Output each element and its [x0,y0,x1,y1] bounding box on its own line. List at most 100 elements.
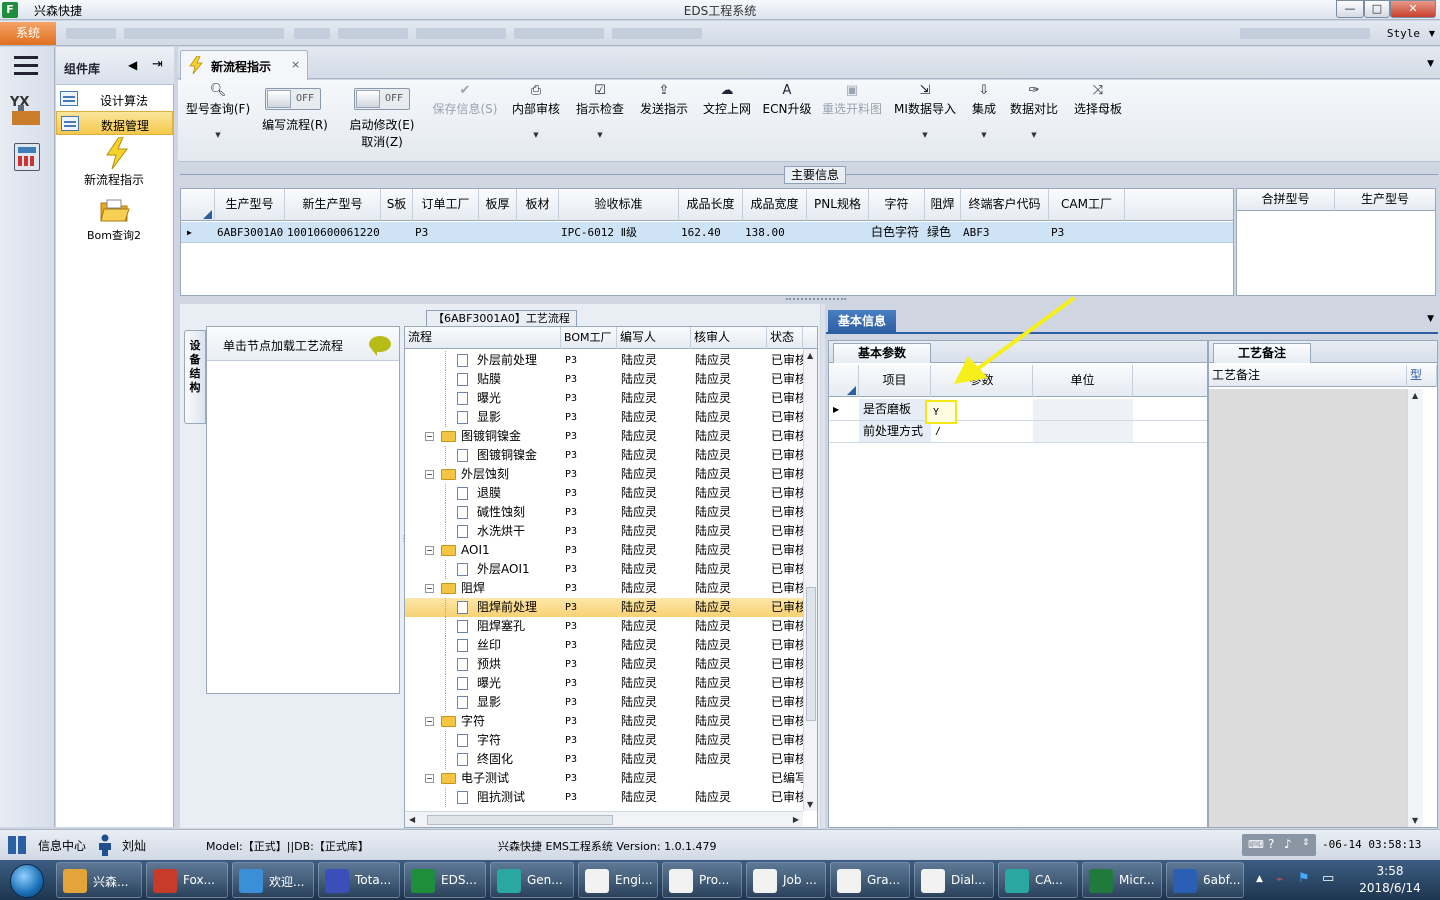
menu-icon[interactable] [14,56,38,76]
tree-row[interactable]: 显影P3陆应灵陆应灵已审核 [405,693,803,712]
cell-status[interactable]: 已审核 [771,579,803,598]
cell-bom-factory[interactable]: P3 [565,541,617,560]
tree-row[interactable]: 曝光P3陆应灵陆应灵已审核 [405,389,803,408]
cell-reviewer[interactable]: 陆应灵 [695,370,767,389]
menu-item-placeholder[interactable] [514,28,604,39]
tree-row[interactable]: −图镀铜镍金P3陆应灵陆应灵已审核 [405,427,803,446]
collapse-icon[interactable]: − [425,584,434,593]
cell-bom-factory[interactable]: P3 [565,598,617,617]
scroll-right-icon[interactable]: ▶ [793,815,799,824]
tree-row[interactable]: −AOI1P3陆应灵陆应灵已审核 [405,541,803,560]
cell-status[interactable]: 已审核 [771,503,803,522]
column-header[interactable]: 板材 [517,189,559,221]
cell-writer[interactable]: 陆应灵 [621,636,691,655]
cell-bom-factory[interactable]: P3 [565,427,617,446]
cell-process-name[interactable]: 水洗烘干 [477,522,561,541]
network-tray-icon[interactable]: ⌁ [1276,872,1283,886]
integrate-button[interactable]: ⇩ 集成 ▼ [966,82,1002,139]
cell-writer[interactable]: 陆应灵 [621,769,691,788]
cell-reviewer[interactable]: 陆应灵 [695,788,767,807]
cell-pnl[interactable] [807,222,869,243]
cell-bom-factory[interactable]: P3 [565,370,617,389]
taskbar-app-button[interactable]: Dial... [914,862,994,898]
cell-process-name[interactable]: 字符 [477,731,561,750]
menu-item-placeholder[interactable] [124,28,284,39]
flag-tray-icon[interactable]: ⚑ [1298,871,1310,886]
column-header[interactable]: 成品长度 [679,189,743,221]
calculator-icon[interactable] [14,143,40,171]
tree-row[interactable]: 曝光P3陆应灵陆应灵已审核 [405,674,803,693]
cell-bom-factory[interactable]: P3 [565,408,617,427]
scroll-thumb[interactable] [806,587,816,721]
cell-status[interactable]: 已审核 [771,693,803,712]
cell-status[interactable]: 已审核 [771,617,803,636]
cell-bom-factory[interactable]: P3 [565,712,617,731]
cell-reviewer[interactable]: 陆应灵 [695,579,767,598]
column-header[interactable]: S板 [381,189,413,221]
horizontal-scrollbar[interactable]: ◀ ▶ [405,811,803,827]
chevron-down-icon[interactable]: ▼ [508,131,564,139]
tree-row[interactable]: 退膜P3陆应灵陆应灵已审核 [405,484,803,503]
save-info-button[interactable]: ✔ 保存信息(S) [428,82,502,117]
cell-standard[interactable]: IPC-6012 Ⅱ级 [559,222,679,243]
cell-order-factory[interactable]: P3 [413,222,479,243]
tree-row[interactable]: 阻焊塞孔P3陆应灵陆应灵已审核 [405,617,803,636]
cell-customer[interactable]: ABF3 [961,222,1049,243]
cell-unit[interactable] [1033,421,1133,442]
column-header[interactable]: 合拼型号 [1237,189,1335,211]
cell-cam[interactable]: P3 [1049,222,1125,243]
cell-material[interactable] [517,222,559,243]
enable-modify-label[interactable]: 启动修改(E) [342,116,422,133]
cell-bom-factory[interactable]: P3 [565,636,617,655]
cancel-button[interactable]: 取消(Z) [342,133,422,150]
tree-row[interactable]: 字符P3陆应灵陆应灵已审核 [405,731,803,750]
edit-flow-label[interactable]: 编写流程(R) [258,116,332,133]
cell-reviewer[interactable]: 陆应灵 [695,446,767,465]
cell-status[interactable]: 已审核 [771,541,803,560]
column-header[interactable]: 单位 [1033,365,1133,397]
edit-flow-toggle[interactable]: OFF [265,88,321,110]
column-header[interactable]: 验收标准 [559,189,679,221]
taskbar-app-button[interactable]: Fox... [146,862,228,898]
cell-process-name[interactable]: AOI1 [461,541,561,560]
cell-reviewer[interactable]: 陆应灵 [695,408,767,427]
cell-status[interactable]: 已审核 [771,731,803,750]
cell-reviewer[interactable]: 陆应灵 [695,674,767,693]
tab-basic-info[interactable]: 基本信息 [828,310,896,332]
taskbar-app-button[interactable]: Micr... [1082,862,1162,898]
cell-thickness[interactable] [479,222,517,243]
table-row[interactable]: 前处理方式 / [829,421,1207,443]
cell-reviewer[interactable]: 陆应灵 [695,560,767,579]
taskbar-app-button[interactable]: EDS... [404,862,486,898]
cell-writer[interactable]: 陆应灵 [621,503,691,522]
cell-bom-factory[interactable]: P3 [565,484,617,503]
cell-bom-factory[interactable]: P3 [565,522,617,541]
select-master-button[interactable]: ⤨ 选择母板 [1070,82,1126,117]
column-header[interactable]: 生产型号 [215,189,285,221]
horizontal-splitter-handle[interactable] [786,298,846,302]
cell-reviewer[interactable]: 陆应灵 [695,731,767,750]
cell-bom-factory[interactable]: P3 [565,503,617,522]
column-header[interactable]: PNL规格 [807,189,869,221]
column-header[interactable]: 工艺备注 [1209,365,1407,387]
notes-body[interactable] [1209,389,1407,827]
cell-bom-factory[interactable]: P3 [565,769,617,788]
cell-process-name[interactable]: 显影 [477,693,561,712]
menu-item-placeholder[interactable] [1240,28,1370,39]
cell-value[interactable]: / [931,421,1033,442]
cell-writer[interactable]: 陆应灵 [621,655,691,674]
tree-row[interactable]: 碱性蚀刻P3陆应灵陆应灵已审核 [405,503,803,522]
cell-writer[interactable]: 陆应灵 [621,598,691,617]
cell-status[interactable]: 已审核 [771,446,803,465]
cell-reviewer[interactable]: 陆应灵 [695,541,767,560]
keyboard-icon[interactable]: ⌨ [1248,838,1264,851]
cell-length[interactable]: 162.40 [679,222,743,243]
scroll-left-icon[interactable]: ◀ [409,815,415,824]
cell-bom-factory[interactable]: P3 [565,389,617,408]
column-header[interactable]: CAM工厂 [1049,189,1125,221]
cell-bom-factory[interactable]: P3 [565,750,617,769]
chevron-down-icon[interactable]: ▼ [966,131,1002,139]
data-compare-button[interactable]: ✑ 数据对比 ▼ [1008,82,1060,139]
corner-header[interactable] [829,365,859,397]
column-header[interactable]: 终端客户代码 [961,189,1049,221]
